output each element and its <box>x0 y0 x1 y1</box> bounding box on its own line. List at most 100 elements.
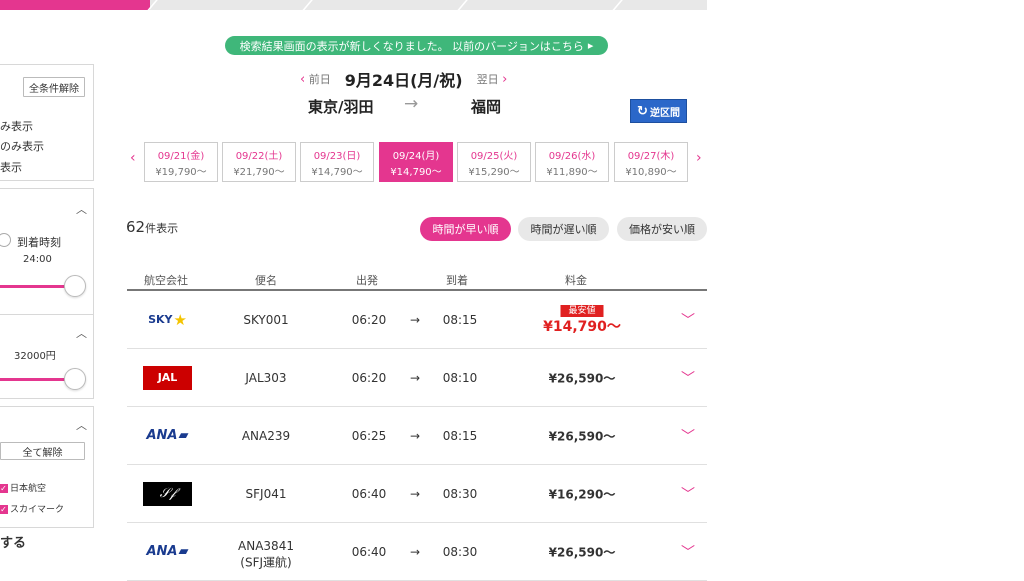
date-tab[interactable]: 09/26(水) ¥11,890〜 <box>535 142 609 182</box>
depart-time: 06:20 <box>351 370 387 385</box>
flight-row[interactable]: ANA ▰ ANA239 06:25 → 08:15 ¥26,590〜 ﹀ <box>127 407 707 465</box>
cheapest-badge: 最安値 <box>560 305 604 317</box>
arrival-time-radio[interactable] <box>0 233 11 247</box>
chevron-right-icon: › <box>502 72 508 87</box>
column-header-depart: 出発 <box>356 274 378 287</box>
airline-logo-ana: ANA ▰ <box>146 428 189 443</box>
header-divider <box>609 0 623 10</box>
date-tab-date: 09/23(日) <box>313 150 361 162</box>
arrival-time-label: 到着時刻 <box>17 236 61 249</box>
filter-panel-display: 全条件解除 み表示 のみ表示 表示 <box>0 64 94 181</box>
chevron-up-icon[interactable]: ︿ <box>76 325 87 341</box>
display-option[interactable]: 表示 <box>0 159 22 175</box>
header-divider <box>299 0 313 10</box>
date-tab[interactable]: 09/24(月) ¥14,790〜 <box>379 142 453 182</box>
sort-cheap-button[interactable]: 価格が安い順 <box>617 217 707 241</box>
date-tab-date: 09/25(火) <box>470 150 518 162</box>
notice-text: 検索結果画面の表示が新しくなりました。 以前のバージョンはこちら <box>239 39 584 53</box>
chevron-down-icon[interactable]: ﹀ <box>681 426 695 446</box>
result-count-number: 62 <box>126 218 146 236</box>
fare-price: ¥16,290〜 <box>548 487 616 501</box>
price-slider-track <box>0 378 66 381</box>
reverse-route-button[interactable]: ↻ 逆区間 <box>630 99 687 123</box>
display-option[interactable]: み表示 <box>0 118 33 134</box>
flight-number: SKY001 <box>243 312 289 327</box>
prev-day-link[interactable]: ‹ 前日 <box>300 71 331 87</box>
depart-time: 06:20 <box>351 312 387 327</box>
chevron-up-icon[interactable]: ︿ <box>76 417 87 433</box>
date-navigation: ‹ 前日 9月24日(月/祝) 翌日 › <box>300 68 530 90</box>
airline-logo-jal: JAL <box>143 365 192 390</box>
arrive-time: 08:30 <box>442 544 478 559</box>
filter-panel-airline: ︿ 全て解除 ✓ 日本航空 ✓ スカイマーク <box>0 406 94 528</box>
flight-row[interactable]: SKY ★ SKY001 06:20 → 08:15 最安値 ¥14,790〜 ﹀ <box>127 291 707 349</box>
flight-row[interactable]: JAL JAL303 06:20 → 08:10 ¥26,590〜 ﹀ <box>127 349 707 407</box>
checkbox-icon[interactable]: ✓ <box>0 505 8 514</box>
chevron-down-icon[interactable]: ﹀ <box>681 542 695 562</box>
route-arrow-icon: → <box>404 94 419 114</box>
date-tab-price: ¥21,790〜 <box>233 166 285 178</box>
version-notice-link[interactable]: 検索結果画面の表示が新しくなりました。 以前のバージョンはこちら ▸ <box>225 36 608 55</box>
date-tab-date: 09/22(土) <box>235 150 283 162</box>
price-slider-handle[interactable] <box>64 368 86 390</box>
chevron-left-icon: ‹ <box>300 72 306 87</box>
column-header-fare: 料金 <box>565 274 587 287</box>
chevron-down-icon[interactable]: ﹀ <box>681 368 695 388</box>
date-tab-date: 09/27(木) <box>627 150 675 162</box>
column-header-airline: 航空会社 <box>144 274 188 287</box>
price-value: 32000円 <box>14 351 56 362</box>
checkbox-icon[interactable]: ✓ <box>0 484 8 493</box>
flight-row[interactable]: ANA ▰ ANA3841 (SFJ運航) 06:40 → 08:30 ¥26,590〜 ﹀ <box>127 523 707 581</box>
time-slider-track <box>0 285 66 288</box>
release-all-button[interactable]: 全て解除 <box>0 442 85 460</box>
fare-price: ¥26,590〜 <box>548 371 616 385</box>
arrive-time: 08:10 <box>442 370 478 385</box>
date-tab-price: ¥14,790〜 <box>390 166 442 178</box>
date-tab-price: ¥10,890〜 <box>625 166 677 178</box>
flight-number: ANA3841 <box>238 538 294 553</box>
depart-time: 06:25 <box>351 428 387 443</box>
triangle-right-icon: ▸ <box>587 39 594 52</box>
result-count-unit: 件表示 <box>145 222 179 235</box>
date-tab[interactable]: 09/21(金) ¥19,790〜 <box>144 142 218 182</box>
sort-late-button[interactable]: 時間が遅い順 <box>518 217 609 241</box>
arrow-right-icon: → <box>409 544 421 559</box>
current-date: 9月24日(月/祝) <box>344 71 463 90</box>
top-header-bar <box>0 0 707 10</box>
filter-sidebar: 全条件解除 み表示 のみ表示 表示 ︿ 到着時刻 24:00 ︿ 32000円 … <box>0 64 94 562</box>
results-table-header: 航空会社 便名 出発 到着 料金 <box>127 270 707 291</box>
display-option[interactable]: のみ表示 <box>0 138 44 154</box>
arrow-right-icon: → <box>409 370 421 385</box>
reverse-route-label: 逆区間 <box>649 107 680 119</box>
fare-price: ¥26,590〜 <box>548 545 616 559</box>
arrow-right-icon: → <box>409 486 421 501</box>
depart-time: 06:40 <box>351 544 387 559</box>
date-tab-date: 09/24(月) <box>392 150 440 162</box>
sort-early-button[interactable]: 時間が早い順 <box>420 217 511 241</box>
arrive-time: 08:15 <box>442 428 478 443</box>
chevron-right-icon[interactable]: › <box>696 150 702 166</box>
next-day-link[interactable]: 翌日 › <box>477 71 508 87</box>
arrive-time: 08:30 <box>442 486 478 501</box>
flight-row[interactable]: 𝒮𝒻 SFJ041 06:40 → 08:30 ¥16,290〜 ﹀ <box>127 465 707 523</box>
date-tab[interactable]: 09/25(火) ¥15,290〜 <box>457 142 531 182</box>
route-destination: 福岡 <box>471 98 502 116</box>
header-divider <box>454 0 468 10</box>
chevron-left-icon[interactable]: ‹ <box>130 150 136 166</box>
clear-all-button[interactable]: 全条件解除 <box>23 77 85 97</box>
airline-logo-sky: SKY ★ <box>143 307 192 332</box>
date-tab[interactable]: 09/23(日) ¥14,790〜 <box>300 142 374 182</box>
date-tab[interactable]: 09/27(木) ¥10,890〜 <box>614 142 688 182</box>
date-tab[interactable]: 09/22(土) ¥21,790〜 <box>222 142 296 182</box>
fare-price: ¥14,790〜 <box>543 319 621 336</box>
column-header-arrive: 到着 <box>446 274 468 287</box>
arrow-right-icon: → <box>409 428 421 443</box>
date-tab-price: ¥11,890〜 <box>546 166 598 178</box>
chevron-down-icon[interactable]: ﹀ <box>681 310 695 330</box>
time-slider-handle[interactable] <box>64 275 86 297</box>
date-tab-price: ¥14,790〜 <box>311 166 363 178</box>
column-header-flight: 便名 <box>255 274 277 287</box>
header-accent <box>0 0 150 10</box>
chevron-down-icon[interactable]: ﹀ <box>681 484 695 504</box>
chevron-up-icon[interactable]: ︿ <box>76 201 87 217</box>
